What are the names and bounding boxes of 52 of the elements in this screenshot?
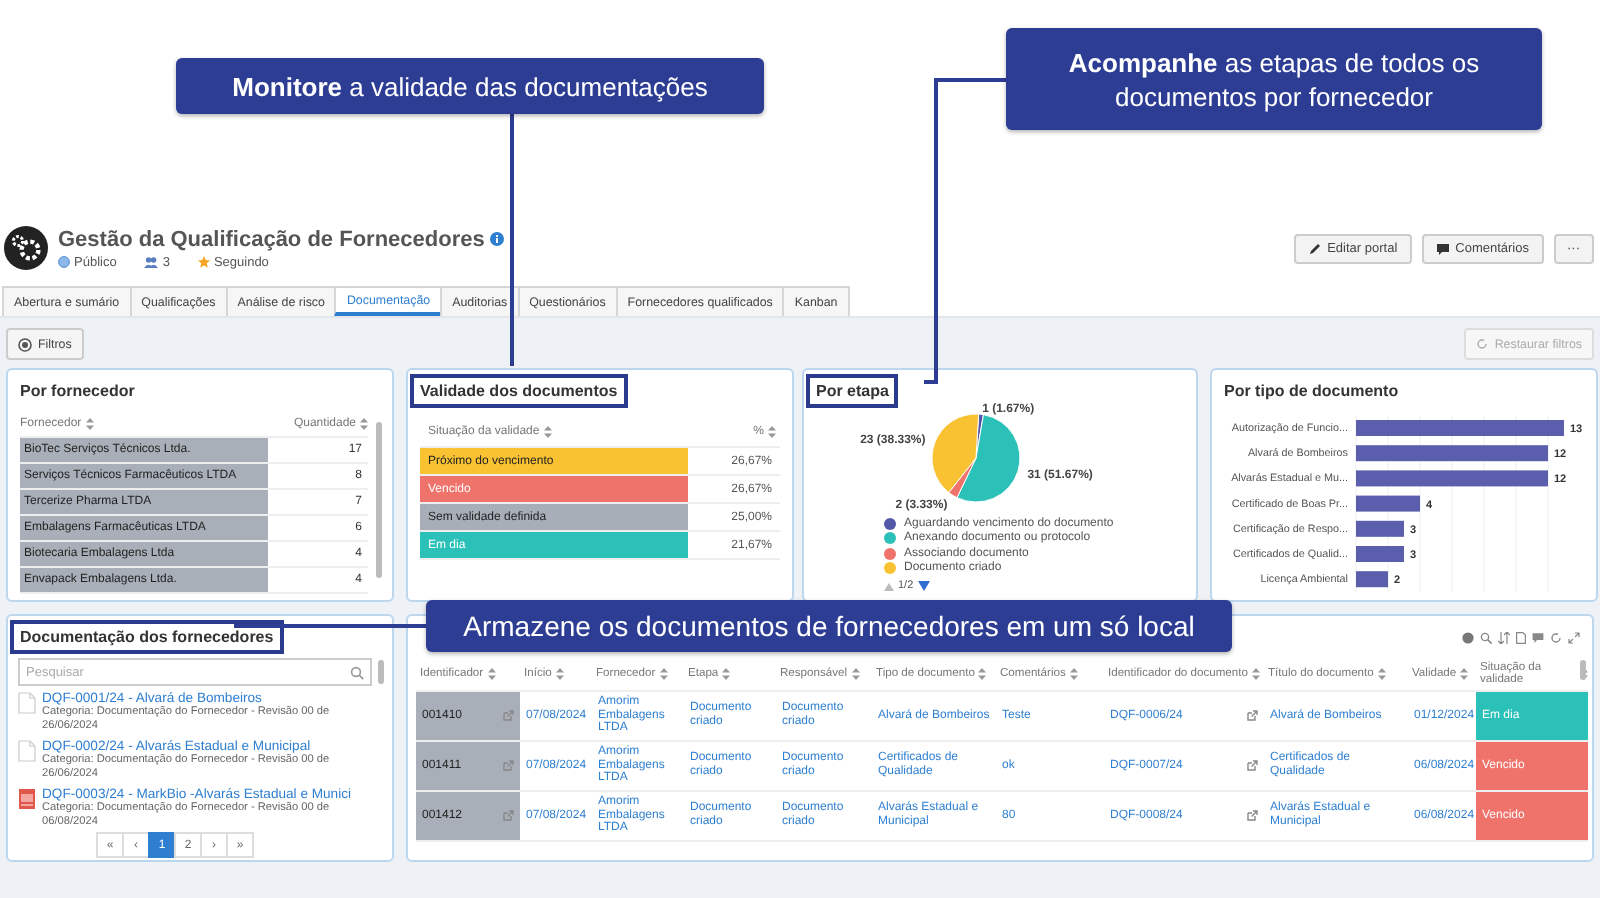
expand-icon[interactable] bbox=[1568, 632, 1580, 644]
sort-icon bbox=[85, 417, 94, 429]
star-icon bbox=[197, 256, 210, 268]
globe-icon bbox=[58, 256, 70, 268]
sort-icon bbox=[1377, 668, 1386, 680]
sort-icon bbox=[722, 668, 731, 680]
sort-icon bbox=[1580, 668, 1588, 680]
sort-icon bbox=[1460, 668, 1469, 680]
panel-title: Por tipo de documento bbox=[1222, 380, 1401, 404]
search-icon bbox=[350, 665, 364, 679]
up-arrow-icon[interactable] bbox=[884, 581, 894, 591]
search-icon[interactable] bbox=[1480, 632, 1492, 644]
document-icon bbox=[18, 692, 36, 714]
down-arrow-icon[interactable] bbox=[917, 580, 930, 592]
sort-icon bbox=[1251, 668, 1260, 680]
external-link-icon bbox=[1246, 760, 1258, 772]
panel-title: Validade dos documentos bbox=[412, 376, 626, 406]
external-link-icon bbox=[1246, 710, 1258, 722]
gear-icon bbox=[4, 226, 48, 270]
document-icon bbox=[18, 740, 36, 763]
people-icon bbox=[144, 256, 159, 268]
pdf-icon bbox=[18, 788, 36, 811]
comment-icon bbox=[1435, 241, 1450, 255]
external-link-icon bbox=[502, 810, 514, 822]
sort-icon bbox=[1069, 668, 1078, 680]
callout-text: Armazene os documentos de fornecedores em um só local bbox=[463, 610, 1195, 642]
sort-icon bbox=[487, 668, 496, 680]
comment-icon[interactable] bbox=[1532, 632, 1544, 644]
portal-title: Gestão da Qualificação de Fornecedores bbox=[58, 227, 485, 251]
filter-icon bbox=[18, 337, 32, 351]
panel-title: Por fornecedor bbox=[18, 380, 137, 404]
sort-icon[interactable] bbox=[1498, 632, 1510, 644]
sort-icon bbox=[360, 417, 368, 429]
scrollbar bbox=[1580, 660, 1586, 680]
sort-icon bbox=[659, 668, 668, 680]
external-link-icon bbox=[1246, 810, 1258, 822]
refresh-icon[interactable] bbox=[1550, 632, 1562, 644]
sort-icon bbox=[543, 426, 552, 438]
external-link-icon bbox=[502, 710, 514, 722]
panel-title: Documentação dos fornecedores bbox=[12, 622, 282, 652]
callout-text: Acompanhe as etapas de todos os documentos por fornecedor bbox=[1066, 45, 1482, 113]
sort-icon bbox=[555, 668, 564, 680]
sort-icon bbox=[978, 668, 987, 680]
refresh-icon bbox=[1476, 338, 1489, 350]
sort-icon bbox=[851, 668, 860, 680]
external-link-icon bbox=[502, 760, 514, 772]
pencil-icon bbox=[1307, 241, 1322, 255]
document-icon[interactable] bbox=[1516, 632, 1526, 644]
panel-title: Por etapa bbox=[808, 376, 897, 406]
callout-text: Monitore a validade das documentações bbox=[232, 71, 708, 101]
scrollbar bbox=[378, 660, 384, 684]
sort-icon bbox=[768, 426, 776, 438]
